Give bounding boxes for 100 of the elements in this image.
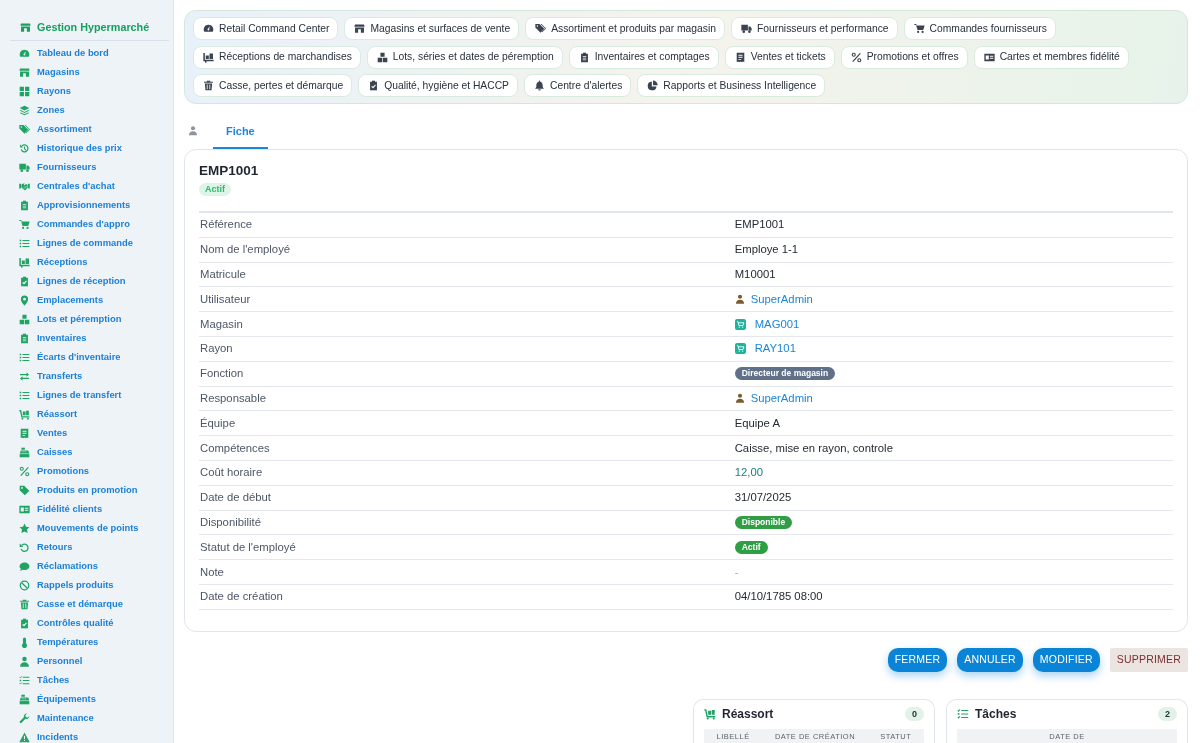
module-link[interactable]: Ventes et tickets [724, 45, 835, 69]
user-link[interactable]: SuperAdmin [734, 290, 813, 308]
percent-icon [19, 465, 30, 477]
field-value: 04/10/1785 08:00 [734, 589, 823, 605]
delete-button[interactable]: SUPPRIMER [1109, 647, 1188, 672]
field-label: Statut de l'employé [199, 539, 297, 555]
action-button[interactable]: MODIFIER [1032, 647, 1100, 672]
sidebar-item[interactable]: Personnel [19, 655, 173, 667]
sidebar-item[interactable]: Promotions [19, 465, 173, 477]
sidebar-item[interactable]: Maintenance [19, 712, 173, 724]
truck-icon [740, 23, 752, 34]
receipt-icon [734, 51, 746, 63]
clipboard-check-icon [368, 80, 380, 91]
module-link[interactable]: Retail Command Center [193, 17, 339, 40]
field-label: Magasin [199, 316, 244, 332]
sidebar-item[interactable]: Lignes de réception [19, 275, 173, 287]
tags-icon [535, 23, 547, 34]
sidebar-item[interactable]: Lignes de transfert [19, 389, 173, 401]
module-link[interactable]: Centre d'alertes [524, 74, 632, 97]
sidebar-item[interactable]: Approvisionnements [19, 199, 173, 211]
field-label: Disponibilité [199, 515, 262, 530]
user-link[interactable]: SuperAdmin [734, 390, 813, 407]
sidebar-item[interactable]: Zones [19, 104, 173, 116]
brand-title: Gestion Hypermarché [37, 21, 150, 33]
store-icon [20, 21, 31, 33]
layers-icon [19, 104, 30, 116]
module-link[interactable]: Assortiment et produits par magasin [525, 17, 725, 40]
sidebar-item[interactable]: Retours [19, 541, 173, 553]
sidebar-item[interactable]: Magasins [19, 66, 173, 78]
speech-bubble-icon [19, 560, 30, 572]
store-icon [19, 66, 30, 78]
sidebar-item[interactable]: Historique des prix [19, 142, 173, 154]
sidebar-item[interactable]: Tableau de bord [19, 47, 173, 59]
warning-icon [19, 731, 30, 743]
id-card-icon [19, 503, 30, 515]
sidebar-item[interactable]: Inventaires [19, 332, 173, 344]
sidebar-item[interactable]: Fournisseurs [19, 161, 173, 173]
field-label: Note [199, 564, 225, 580]
sidebar-item[interactable]: Rayons [19, 85, 173, 97]
sidebar-item[interactable]: Lignes de commande [19, 237, 173, 249]
sidebar-item[interactable]: Réceptions [19, 256, 173, 268]
module-link[interactable]: Cartes et membres fidélité [973, 45, 1129, 69]
module-link[interactable]: Promotions et offres [840, 45, 968, 69]
grid-icon [19, 85, 30, 97]
sidebar-item[interactable]: Tâches [19, 674, 173, 686]
module-link[interactable]: Rapports et Business Intelligence [637, 74, 826, 97]
cash-register-icon [19, 446, 30, 458]
list-icon [19, 389, 30, 401]
basket-icon [734, 318, 746, 330]
sidebar-item[interactable]: Ventes [19, 427, 173, 439]
module-link[interactable]: Lots, séries et dates de péremption [366, 45, 563, 69]
module-link[interactable]: Magasins et surfaces de vente [344, 17, 520, 40]
sidebar-item[interactable]: Réclamations [19, 560, 173, 572]
sidebar-item[interactable]: Caisses [19, 446, 173, 458]
percent-icon [850, 51, 862, 63]
field-label: Équipe [199, 415, 237, 431]
sidebar-item[interactable]: Produits en promotion [19, 484, 173, 496]
sidebar-item[interactable]: Assortiment [19, 123, 173, 135]
field-label: Coût horaire [199, 465, 264, 481]
sidebar-item[interactable]: Incidents [19, 731, 173, 743]
module-link[interactable]: Commandes fournisseurs [903, 17, 1056, 40]
module-link[interactable]: Fournisseurs et performance [730, 17, 898, 40]
module-link[interactable]: Casse, pertes et démarque [193, 74, 353, 97]
module-link[interactable]: Inventaires et comptages [568, 45, 719, 69]
id-card-icon [983, 51, 995, 63]
record-title: EMP1001 [199, 162, 260, 179]
store-icon [354, 23, 366, 34]
sidebar-item[interactable]: Écarts d'inventaire [19, 351, 173, 363]
store-link[interactable]: MAG001 [734, 315, 800, 333]
sidebar-item[interactable]: Équipements [19, 693, 173, 705]
field-value: 12,00 [734, 465, 763, 481]
sidebar-item[interactable]: Réassort [19, 408, 173, 420]
sidebar-item[interactable]: Rappels produits [19, 579, 173, 591]
sidebar-item[interactable]: Mouvements de points [19, 522, 173, 534]
swap-arrows-icon [19, 370, 30, 382]
module-link[interactable]: Qualité, hygiène et HACCP [358, 74, 518, 97]
sidebar-item[interactable]: Centrales d'achat [19, 180, 173, 192]
checklist-icon [957, 708, 969, 721]
sidebar-item[interactable]: Commandes d'appro [19, 218, 173, 230]
sidebar-item[interactable]: Lots et péremption [19, 313, 173, 325]
tab[interactable]: Fiche [213, 115, 268, 149]
status-badge: Actif [199, 183, 231, 196]
action-button[interactable]: ANNULER [957, 647, 1023, 672]
count-badge: 2 [1158, 707, 1177, 722]
sidebar-item[interactable]: Emplacements [19, 294, 173, 306]
list-icon [19, 351, 30, 363]
sidebar-item[interactable]: Casse et démarque [19, 598, 173, 610]
field-label: Responsable [199, 391, 267, 406]
sidebar-item[interactable]: Contrôles qualité [19, 617, 173, 629]
dolly-icon [203, 51, 214, 63]
tags-icon [19, 123, 30, 135]
store-link[interactable]: RAY101 [734, 340, 796, 358]
field-label: Date de création [199, 589, 284, 605]
sidebar-item[interactable]: Températures [19, 636, 173, 648]
module-link[interactable]: Réceptions de marchandises [193, 45, 361, 69]
sidebar-item[interactable]: Transferts [19, 370, 173, 382]
dolly-icon [19, 256, 30, 268]
cash-register-icon [19, 693, 30, 705]
sidebar-item[interactable]: Fidélité clients [19, 503, 173, 515]
action-button[interactable]: FERMER [887, 647, 948, 672]
